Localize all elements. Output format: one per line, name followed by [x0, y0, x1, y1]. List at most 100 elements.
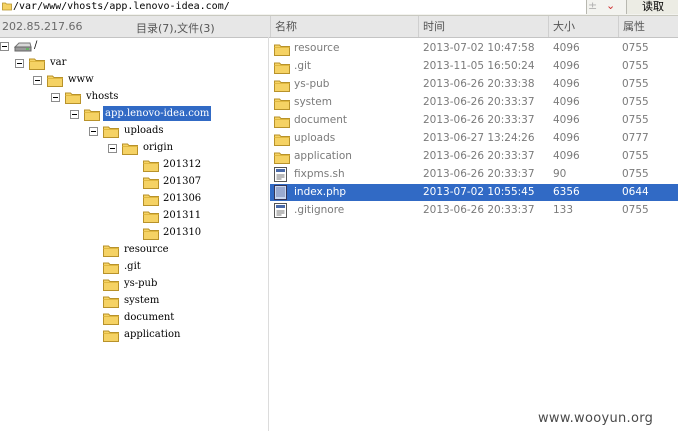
- tree-node-label[interactable]: www: [66, 72, 96, 87]
- collapse-icon[interactable]: [108, 144, 117, 153]
- file-time: 2013-06-26 20:33:38: [423, 78, 535, 90]
- file-name: .git: [294, 60, 312, 72]
- file-name: system: [294, 96, 332, 108]
- path-text: /var/www/vhosts/app.lenovo-idea.com/: [13, 1, 230, 12]
- tree-node-label[interactable]: resource: [122, 242, 171, 257]
- tree-node-label[interactable]: application: [122, 327, 182, 342]
- tree-node-label[interactable]: 201311: [161, 208, 203, 223]
- column-header-perm[interactable]: 属性: [618, 16, 678, 37]
- tree-node-label[interactable]: 201310: [161, 225, 203, 240]
- file-permissions: 0777: [622, 132, 649, 144]
- file-permissions: 0755: [622, 114, 649, 126]
- file-time: 2013-06-27 13:24:26: [423, 132, 535, 144]
- tree-node-label[interactable]: document: [122, 310, 176, 325]
- file-size: 133: [553, 204, 574, 216]
- collapse-icon[interactable]: [70, 110, 79, 119]
- file-time: 2013-06-26 20:33:37: [423, 150, 535, 162]
- column-header-name[interactable]: 名称: [270, 16, 418, 37]
- tree-node-label[interactable]: origin: [141, 140, 175, 155]
- file-row[interactable]: ys-pub 2013-06-26 20:33:38 4096 0755: [270, 76, 678, 93]
- file-row[interactable]: .gitignore 2013-06-26 20:33:37 133 0755: [270, 202, 678, 219]
- folder-icon: [2, 2, 12, 11]
- tree-node-label[interactable]: system: [122, 293, 161, 308]
- tree-node-label[interactable]: ys-pub: [122, 276, 159, 291]
- file-size: 90: [553, 168, 567, 180]
- file-row[interactable]: .git 2013-11-05 16:50:24 4096 0755: [270, 58, 678, 75]
- file-permissions: 0644: [622, 186, 649, 198]
- file-name: document: [294, 114, 347, 126]
- file-size: 4096: [553, 132, 580, 144]
- file-icon: [274, 203, 287, 222]
- file-name: ys-pub: [294, 78, 330, 90]
- chevron-down-icon[interactable]: ⌄: [606, 0, 615, 12]
- file-row[interactable]: fixpms.sh 2013-06-26 20:33:37 90 0755: [270, 166, 678, 183]
- folder-icon: [103, 123, 119, 142]
- file-row[interactable]: resource 2013-07-02 10:47:58 4096 0755: [270, 40, 678, 57]
- file-name: .gitignore: [294, 204, 345, 216]
- collapse-icon[interactable]: [89, 127, 98, 136]
- folder-icon: [122, 140, 138, 159]
- folder-icon: [65, 89, 81, 108]
- tree-node-label[interactable]: .git: [122, 259, 143, 274]
- file-name: resource: [294, 42, 340, 54]
- file-time: 2013-07-02 10:47:58: [423, 42, 535, 54]
- server-ip: 202.85.217.66: [2, 20, 83, 33]
- file-name: application: [294, 150, 352, 162]
- column-header-time[interactable]: 时间: [418, 16, 548, 37]
- file-time: 2013-06-26 20:33:37: [423, 168, 535, 180]
- pane-divider[interactable]: [268, 37, 269, 431]
- watermark: www.wooyun.org: [538, 411, 654, 426]
- tree-node-label[interactable]: 201312: [161, 157, 203, 172]
- file-permissions: 0755: [622, 78, 649, 90]
- file-size: 4096: [553, 42, 580, 54]
- column-header-size[interactable]: 大小: [548, 16, 618, 37]
- file-permissions: 0755: [622, 150, 649, 162]
- tree-node-label[interactable]: /: [32, 38, 39, 53]
- folder-icon: [103, 327, 119, 346]
- collapse-icon[interactable]: [33, 76, 42, 85]
- file-size: 4096: [553, 96, 580, 108]
- file-permissions: 0755: [622, 168, 649, 180]
- collapse-icon[interactable]: [0, 42, 9, 51]
- file-permissions: 0755: [622, 96, 649, 108]
- file-size: 4096: [553, 150, 580, 162]
- file-name: uploads: [294, 132, 336, 144]
- file-row[interactable]: application 2013-06-26 20:33:37 4096 0755: [270, 148, 678, 165]
- tree-node-label[interactable]: var: [48, 55, 68, 70]
- tree-node-label[interactable]: vhosts: [84, 89, 120, 104]
- file-size: 4096: [553, 78, 580, 90]
- header-row: 202.85.217.66 目录(7),文件(3) 名称 时间 大小 属性: [0, 16, 678, 38]
- file-time: 2013-11-05 16:50:24: [423, 60, 535, 72]
- file-time: 2013-06-26 20:33:37: [423, 114, 535, 126]
- tree-node-label[interactable]: app.lenovo-idea.com: [103, 106, 212, 121]
- collapse-icon[interactable]: [51, 93, 60, 102]
- file-size: 4096: [553, 60, 580, 72]
- file-row[interactable]: system 2013-06-26 20:33:37 4096 0755: [270, 94, 678, 111]
- file-time: 2013-06-26 20:33:37: [423, 96, 535, 108]
- file-permissions: 0755: [622, 42, 649, 54]
- up-icon[interactable]: ±: [588, 0, 597, 12]
- file-permissions: 0755: [622, 204, 649, 216]
- address-bar: /var/www/vhosts/app.lenovo-idea.com/ ± ⌄…: [0, 0, 678, 16]
- file-permissions: 0755: [622, 60, 649, 72]
- tree-node-label[interactable]: 201307: [161, 174, 203, 189]
- file-size: 4096: [553, 114, 580, 126]
- file-row[interactable]: uploads 2013-06-27 13:24:26 4096 0777: [270, 130, 678, 147]
- file-row[interactable]: index.php 2013-07-02 10:55:45 6356 0644: [270, 184, 678, 201]
- path-controls: ± ⌄: [588, 0, 624, 14]
- folder-icon: [47, 72, 63, 91]
- file-time: 2013-06-26 20:33:37: [423, 204, 535, 216]
- collapse-icon[interactable]: [15, 59, 24, 68]
- file-row[interactable]: document 2013-06-26 20:33:37 4096 0755: [270, 112, 678, 129]
- file-size: 6356: [553, 186, 580, 198]
- read-button[interactable]: 读取: [626, 0, 678, 14]
- folder-icon: [29, 55, 45, 74]
- file-name: index.php: [294, 186, 347, 198]
- tree-node-label[interactable]: uploads: [122, 123, 166, 138]
- file-name: fixpms.sh: [294, 168, 345, 180]
- file-time: 2013-07-02 10:55:45: [423, 186, 535, 198]
- path-input[interactable]: /var/www/vhosts/app.lenovo-idea.com/: [0, 0, 587, 14]
- directory-summary: 目录(7),文件(3): [136, 22, 215, 35]
- tree-node-label[interactable]: 201306: [161, 191, 203, 206]
- folder-icon: [84, 106, 100, 125]
